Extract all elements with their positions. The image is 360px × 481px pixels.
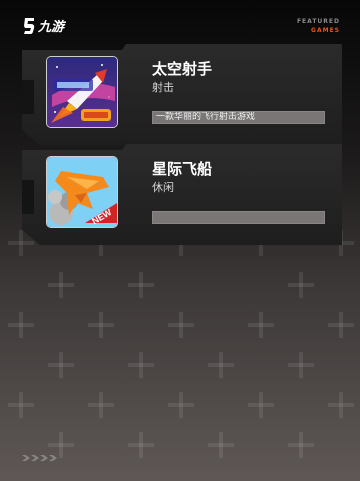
game-category: 休闲 — [152, 181, 174, 194]
game-card-starship[interactable]: NEW 星际飞船 休闲 — [22, 144, 342, 245]
game-card-space-shooter[interactable]: 太空射手 射击 一款华丽的飞行射击游戏 — [22, 44, 342, 145]
nine-game-logo-icon — [24, 17, 35, 34]
game-thumbnail[interactable]: NEW — [46, 156, 118, 228]
games-label: GAMES — [311, 27, 340, 34]
game-description — [152, 211, 325, 224]
featured-games-label: FEATURED GAMES — [297, 17, 340, 35]
game-thumbnail[interactable] — [46, 56, 118, 128]
game-title[interactable]: 星际飞船 — [152, 158, 212, 179]
logo-text: 九游 — [38, 20, 65, 35]
space-shooter-artwork — [47, 57, 117, 127]
starship-artwork: NEW — [47, 157, 117, 227]
game-category: 射击 — [152, 81, 174, 94]
featured-label: FEATURED — [296, 18, 340, 25]
chevron-arrows-icon — [22, 455, 57, 461]
brand-logo[interactable]: 九游 — [22, 16, 64, 35]
game-title[interactable]: 太空射手 — [152, 58, 212, 79]
game-description: 一款华丽的飞行射击游戏 — [152, 111, 325, 124]
